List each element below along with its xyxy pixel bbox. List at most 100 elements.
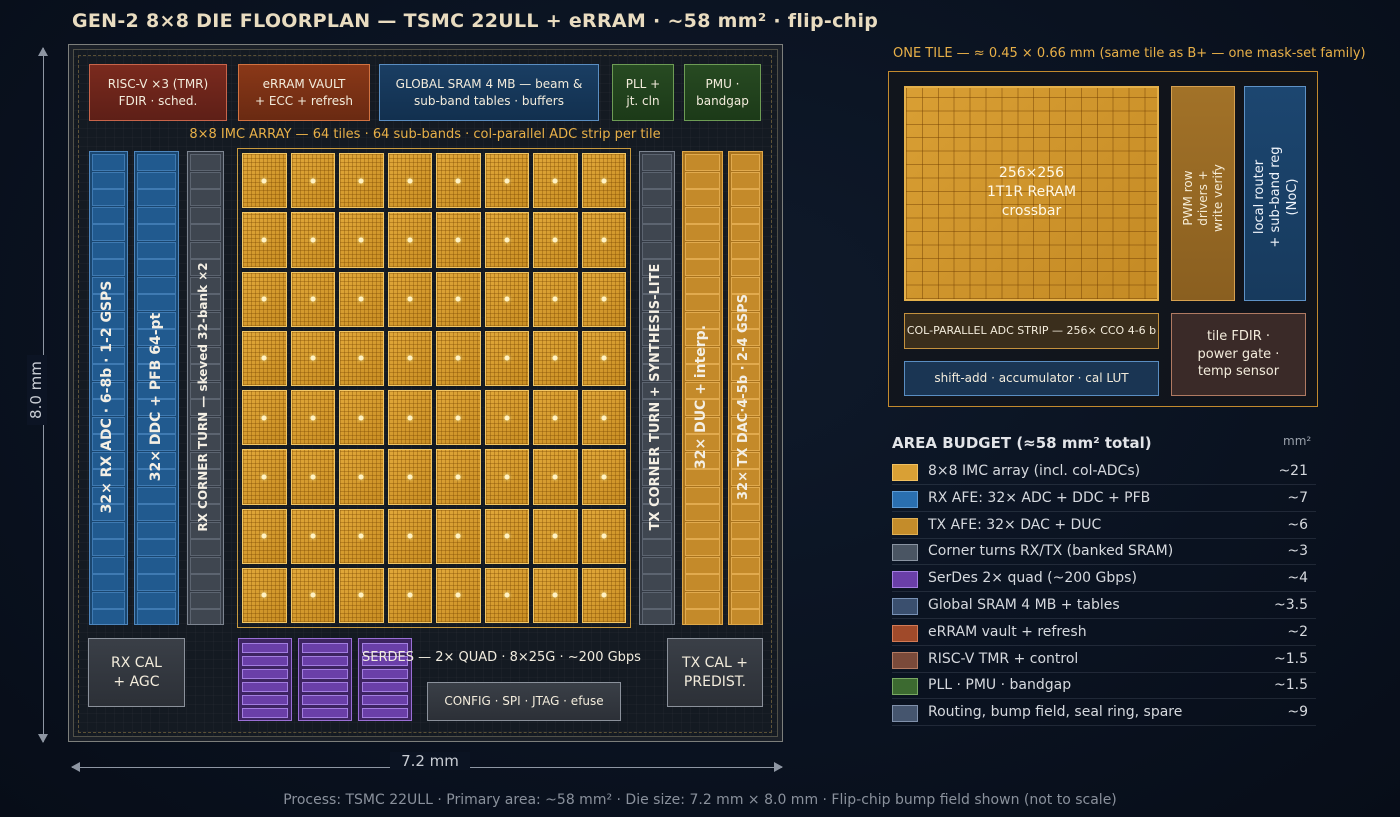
tx-corner-turn-label: TX CORNER TURN + SYNTHESIS-LITE bbox=[648, 263, 663, 531]
imc-tile bbox=[436, 330, 481, 386]
imc-tile bbox=[484, 567, 529, 623]
tile-contact-dot bbox=[358, 237, 364, 243]
stripe-segment bbox=[190, 574, 221, 591]
serdes-lane bbox=[302, 643, 348, 653]
imc-tile bbox=[484, 271, 529, 327]
serdes-quad bbox=[238, 638, 292, 721]
tile-contact-dot bbox=[552, 296, 558, 302]
budget-swatch bbox=[892, 705, 918, 723]
imc-tile bbox=[484, 153, 529, 209]
budget-swatch bbox=[892, 624, 918, 642]
imc-tile bbox=[339, 153, 384, 209]
tile-contact-dot bbox=[552, 474, 558, 480]
pwm-line-3: write verify bbox=[1211, 164, 1225, 232]
budget-row: PLL · PMU · bandgap ~1.5 bbox=[892, 673, 1316, 700]
stripe-segment bbox=[137, 556, 176, 574]
stripe-segment bbox=[685, 609, 720, 624]
tile-contact-dot bbox=[310, 592, 316, 598]
stripe-segment bbox=[642, 189, 672, 206]
tile-contact-dot bbox=[407, 533, 413, 539]
stripe-segment bbox=[92, 206, 125, 224]
imc-tile bbox=[242, 508, 287, 564]
stripe-segment bbox=[731, 189, 760, 206]
serdes-quad bbox=[298, 638, 352, 721]
budget-value: ~1.5 bbox=[1274, 677, 1308, 694]
imc-tile bbox=[339, 567, 384, 623]
imc-tile bbox=[484, 449, 529, 505]
footer-caption: Process: TSMC 22ULL · Primary area: ~58 … bbox=[283, 792, 1117, 808]
budget-row: SerDes 2× quad (~200 Gbps) ~4 bbox=[892, 566, 1316, 593]
tile-contact-dot bbox=[552, 415, 558, 421]
budget-label: Routing, bump field, seal ring, spare bbox=[928, 704, 1183, 721]
tile-contact-dot bbox=[455, 178, 461, 184]
tile-contact-dot bbox=[407, 237, 413, 243]
imc-tile bbox=[387, 271, 432, 327]
fdir-line-2: power gate · bbox=[1197, 346, 1280, 362]
tile-contact-dot bbox=[504, 296, 510, 302]
imc-tile bbox=[242, 390, 287, 446]
stripe-segment bbox=[190, 591, 221, 609]
budget-row: TX AFE: 32× DAC + DUC ~6 bbox=[892, 513, 1316, 539]
tile-contact-dot bbox=[358, 355, 364, 361]
tile-contact-dot bbox=[601, 355, 607, 361]
tile-fdir-block: tile FDIR · power gate · temp sensor bbox=[1171, 313, 1306, 396]
imc-tile bbox=[484, 212, 529, 268]
tile-contact-dot bbox=[407, 415, 413, 421]
crossbar-line-2: 1T1R ReRAM bbox=[986, 183, 1077, 200]
stripe-segment bbox=[92, 609, 125, 624]
imc-tile bbox=[533, 330, 578, 386]
budget-swatch bbox=[892, 464, 918, 481]
rx-cal-line-1: RX CAL bbox=[111, 654, 162, 671]
imc-tile bbox=[387, 449, 432, 505]
tile-contact-dot bbox=[310, 474, 316, 480]
budget-swatch bbox=[892, 517, 918, 535]
tile-contact-dot bbox=[504, 415, 510, 421]
tile-contact-dot bbox=[407, 355, 413, 361]
tx-cal-line-1: TX CAL + bbox=[682, 654, 748, 671]
stripe-segment bbox=[685, 206, 720, 224]
tile-contact-dot bbox=[310, 415, 316, 421]
imc-tile-array bbox=[237, 148, 631, 628]
budget-row: Global SRAM 4 MB + tables ~3.5 bbox=[892, 593, 1316, 619]
stripe-segment bbox=[642, 591, 672, 609]
imc-tile bbox=[339, 390, 384, 446]
tile-contact-dot bbox=[455, 533, 461, 539]
stripe-segment bbox=[685, 591, 720, 609]
stripe-segment bbox=[731, 224, 760, 241]
imc-tile bbox=[387, 212, 432, 268]
tile-contact-dot bbox=[358, 415, 364, 421]
stripe-segment bbox=[685, 189, 720, 206]
imc-tile bbox=[242, 212, 287, 268]
stripe-segment bbox=[731, 206, 760, 224]
serdes-lane bbox=[242, 656, 288, 666]
stripe-segment bbox=[190, 154, 221, 171]
stripe-segment bbox=[642, 154, 672, 171]
stripe-segment bbox=[642, 609, 672, 624]
crossbar-line-1: 256×256 bbox=[998, 165, 1065, 181]
arrow-down-icon bbox=[38, 734, 48, 743]
serdes-lane bbox=[242, 695, 288, 705]
imc-tile bbox=[533, 567, 578, 623]
stripe-segment bbox=[731, 556, 760, 574]
tile-contact-dot bbox=[407, 178, 413, 184]
budget-label: Global SRAM 4 MB + tables bbox=[928, 597, 1120, 613]
stripe-segment bbox=[190, 224, 221, 241]
fdir-line-1: tile FDIR · bbox=[1206, 329, 1271, 345]
tile-contact-dot bbox=[552, 592, 558, 598]
crossbar-line-3: crossbar bbox=[1001, 202, 1062, 219]
imc-tile bbox=[242, 330, 287, 386]
budget-label: SerDes 2× quad (~200 Gbps) bbox=[928, 570, 1137, 587]
imc-tile bbox=[339, 330, 384, 386]
config-block: CONFIG · SPI · JTAG · efuse bbox=[427, 682, 621, 721]
tile-contact-dot bbox=[261, 237, 267, 243]
imc-tile bbox=[436, 390, 481, 446]
stripe-segment bbox=[642, 574, 672, 591]
tile-contact-dot bbox=[358, 178, 364, 184]
tile-detail-title: ONE TILE — ≈ 0.45 × 0.66 mm (same tile a… bbox=[893, 46, 1366, 61]
router-line-3: (NoC) bbox=[1284, 178, 1300, 216]
pmu-block: PMU · bandgap bbox=[684, 64, 761, 121]
tile-contact-dot bbox=[455, 237, 461, 243]
budget-label: eRRAM vault + refresh bbox=[928, 623, 1087, 640]
serdes-lane bbox=[302, 708, 348, 718]
imc-tile bbox=[339, 212, 384, 268]
